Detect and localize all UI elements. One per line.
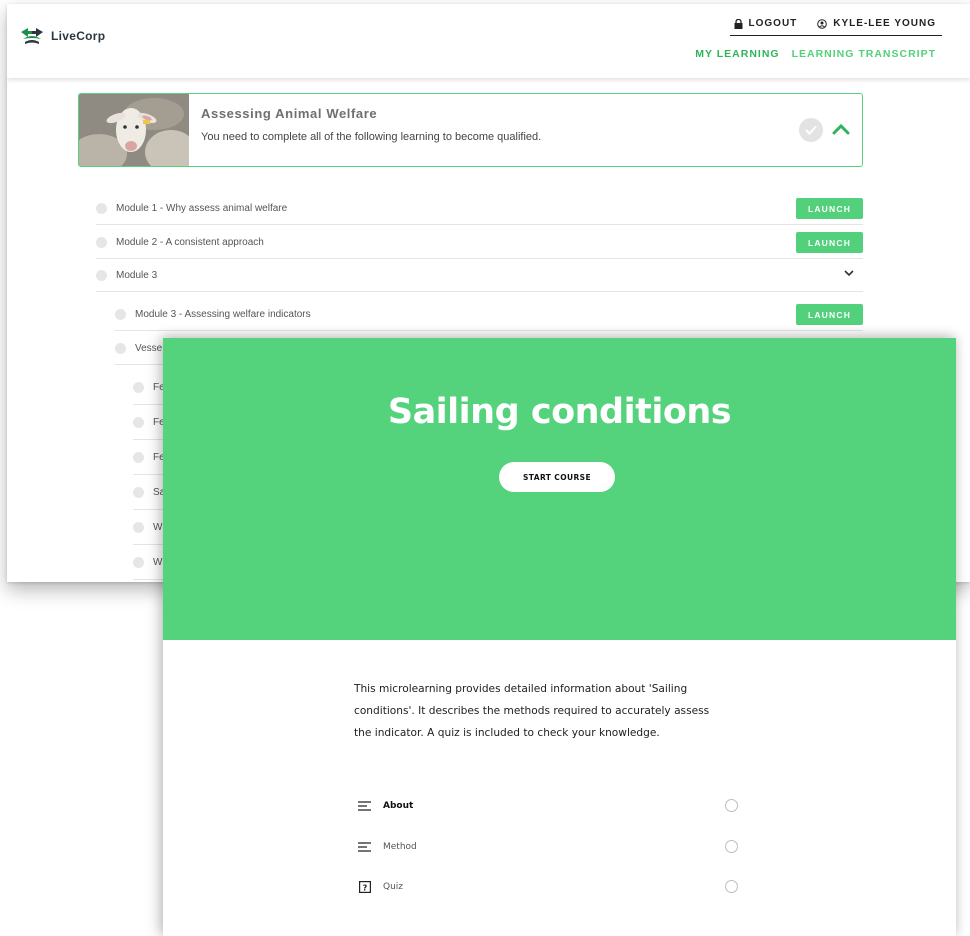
lesson-item-about[interactable]: About — [358, 796, 738, 816]
status-dot-icon — [96, 269, 107, 281]
start-course-button[interactable]: START COURSE — [499, 462, 615, 492]
status-dot-icon — [115, 342, 126, 354]
status-dot-icon — [133, 556, 144, 568]
launch-button[interactable]: LAUNCH — [796, 198, 863, 219]
intro-line: conditions'. It describes the methods re… — [354, 705, 710, 717]
launch-button[interactable]: LAUNCH — [796, 304, 863, 325]
livecorp-logo[interactable]: LiveCorp — [19, 26, 105, 46]
lesson-name: Quiz — [383, 882, 404, 892]
module-row[interactable]: Module 2 - A consistent approach LAUNCH — [96, 226, 863, 259]
module-row[interactable]: Module 3 - Assessing welfare indicators … — [115, 298, 863, 331]
module-label: Module 2 - A consistent approach — [116, 236, 264, 248]
status-dot-icon — [133, 486, 144, 498]
course-card[interactable]: Assessing Animal Welfare You need to com… — [78, 93, 863, 167]
intro-line: the indicator. A quiz is included to che… — [354, 727, 660, 739]
status-dot-icon — [96, 202, 107, 214]
course-description: You need to complete all of the followin… — [201, 131, 542, 143]
topnav-divider — [730, 35, 942, 36]
course-thumbnail — [79, 94, 189, 166]
lesson-name: Method — [383, 842, 417, 852]
status-dot-icon — [133, 521, 144, 533]
sub-nav: MY LEARNING LEARNING TRANSCRIPT — [695, 48, 936, 60]
user-menu[interactable]: KYLE-LEE YOUNG — [817, 18, 936, 29]
svg-text:?: ? — [363, 884, 368, 893]
livecorp-logo-icon — [21, 28, 43, 44]
lock-icon — [734, 18, 742, 29]
logout-label: LOGOUT — [748, 18, 798, 29]
status-dot-icon — [133, 451, 144, 463]
course-player-window: Sailing conditions START COURSE This mic… — [163, 338, 956, 936]
lesson-item-quiz[interactable]: ? Quiz — [358, 877, 738, 897]
module-label: Module 1 - Why assess animal welfare — [116, 202, 288, 214]
user-name: KYLE-LEE YOUNG — [833, 18, 936, 29]
chevron-up-icon[interactable] — [831, 120, 851, 138]
intro-line: This microlearning provides detailed inf… — [354, 683, 688, 695]
nav-learning-transcript[interactable]: LEARNING TRANSCRIPT — [792, 48, 936, 60]
status-dot-icon — [96, 236, 107, 248]
launch-button[interactable]: LAUNCH — [796, 232, 863, 253]
course-intro: This microlearning provides detailed inf… — [354, 678, 754, 744]
lesson-status-icon — [725, 799, 738, 812]
site-header: LiveCorp LOGOUT KYLE-LEE YOUNG MY LEARNI… — [7, 4, 970, 78]
module-label: Module 3 - Assessing welfare indicators — [135, 308, 311, 320]
module-row[interactable]: Module 1 - Why assess animal welfare LAU… — [96, 192, 863, 225]
course-hero: Sailing conditions START COURSE — [163, 338, 956, 640]
module-label: W — [153, 556, 163, 568]
lesson-name: About — [383, 801, 414, 811]
module-row[interactable]: Module 3 — [96, 259, 863, 292]
module-label: Module 3 — [116, 269, 158, 281]
chevron-down-icon[interactable] — [843, 269, 855, 277]
logout-link[interactable]: LOGOUT — [734, 18, 798, 29]
course-title: Assessing Animal Welfare — [201, 106, 378, 121]
user-icon — [817, 18, 828, 29]
nav-my-learning[interactable]: MY LEARNING — [695, 48, 779, 60]
lines-icon — [358, 799, 372, 813]
module-label: W — [153, 521, 163, 533]
logo-text: LiveCorp — [51, 29, 106, 43]
course-complete-icon — [799, 118, 823, 142]
course-hero-title: Sailing conditions — [387, 392, 732, 432]
status-dot-icon — [115, 308, 126, 320]
top-nav: LOGOUT KYLE-LEE YOUNG — [734, 18, 937, 29]
lesson-item-method[interactable]: Method — [358, 837, 738, 857]
lines-icon — [358, 840, 372, 854]
quiz-icon: ? — [358, 880, 372, 894]
module-label: Vesse — [135, 342, 163, 354]
status-dot-icon — [133, 416, 144, 428]
lesson-status-icon — [725, 840, 738, 853]
lesson-status-icon — [725, 880, 738, 893]
status-dot-icon — [133, 381, 144, 393]
